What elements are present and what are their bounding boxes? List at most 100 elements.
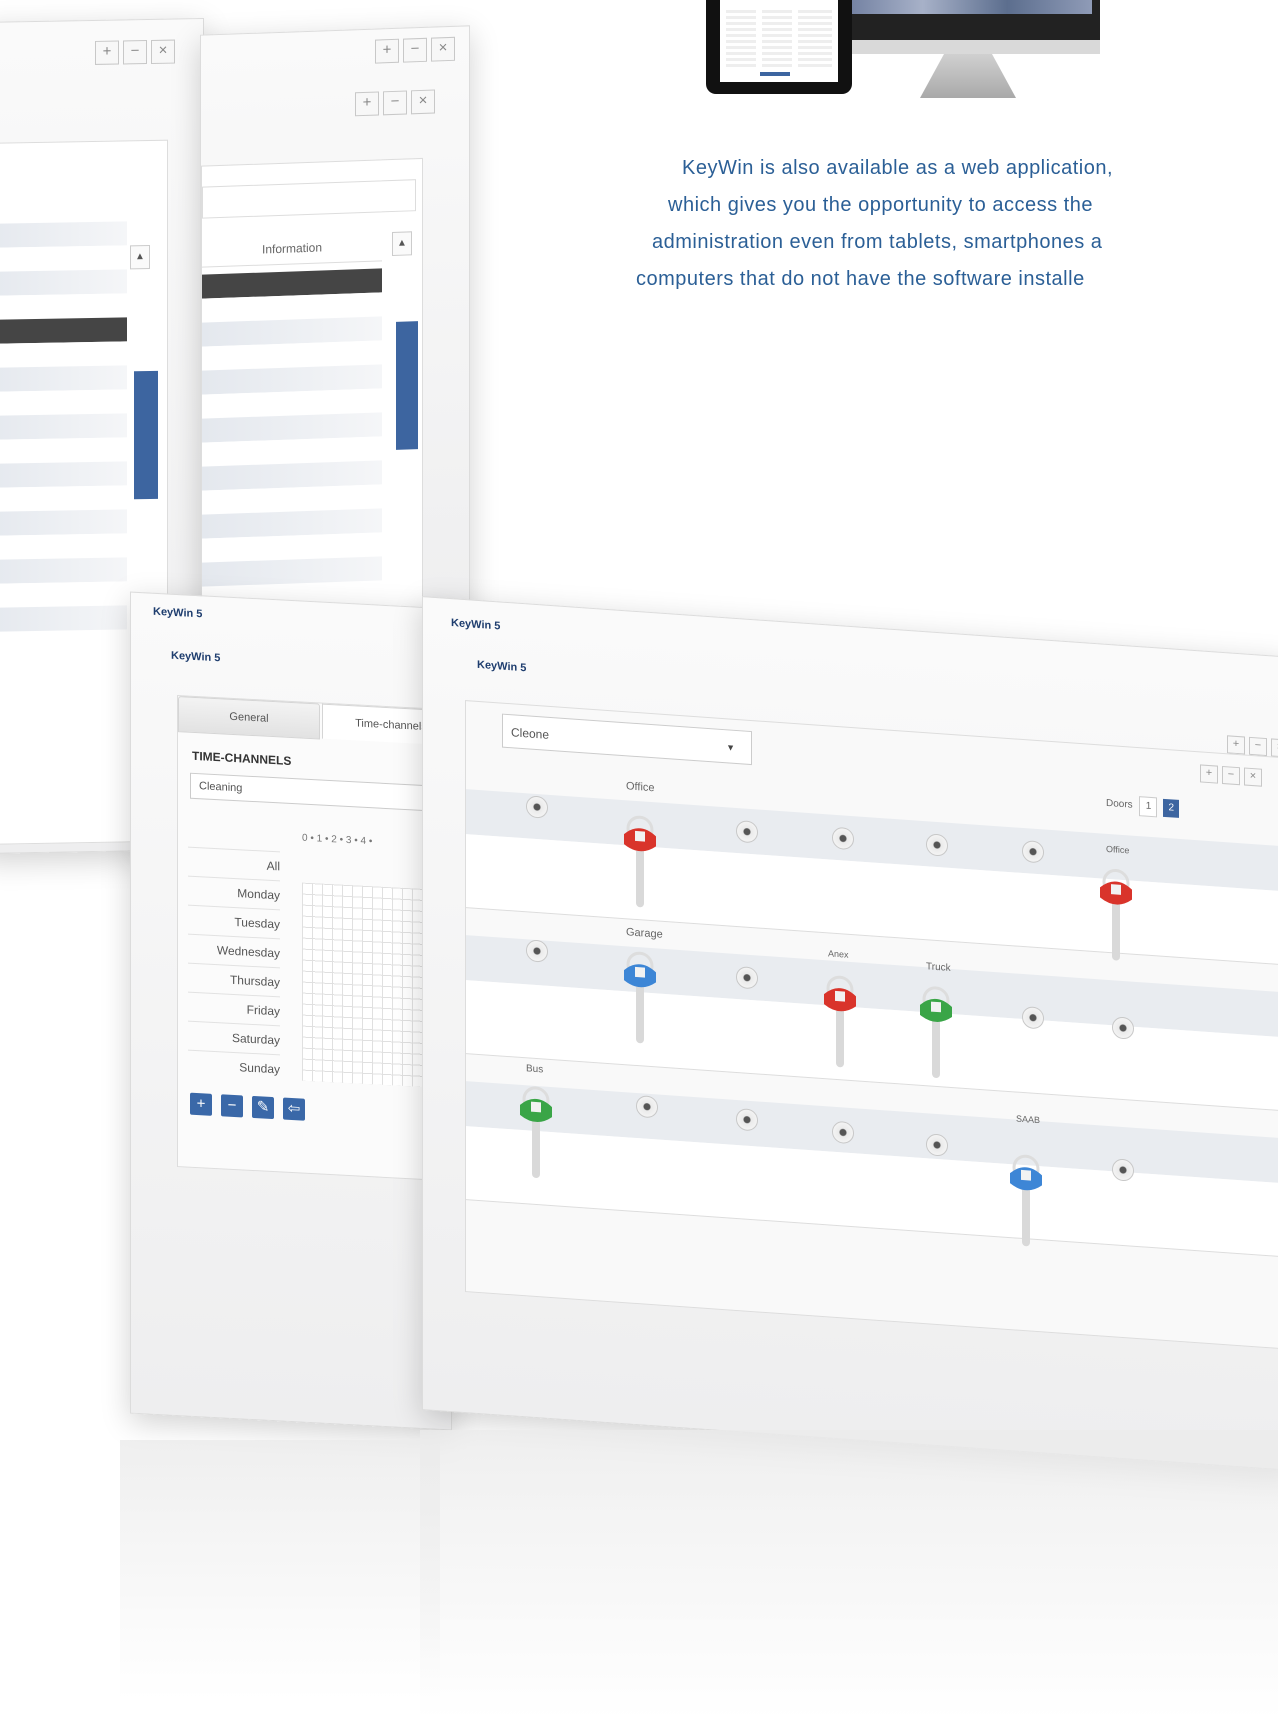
schedule-panel: General Time-channels TIME-CHANNELS Clea…	[177, 695, 470, 1182]
back-window-right: + − × + − × Information ▲	[200, 25, 470, 657]
scrollbar-thumb[interactable]	[134, 370, 158, 500]
empty-slot[interactable]	[926, 1133, 948, 1157]
monitor-stand	[920, 54, 1016, 98]
remove-button[interactable]: −	[221, 1094, 243, 1118]
maximize-button[interactable]: +	[1227, 735, 1245, 755]
day-row-sunday[interactable]: Sunday	[188, 1049, 280, 1084]
list-row[interactable]	[0, 293, 127, 320]
dropdown-value: Cleone	[511, 725, 550, 742]
maximize-button[interactable]: +	[375, 38, 399, 64]
tablet	[706, 0, 852, 94]
list-row[interactable]	[0, 389, 127, 416]
list-panel: Information ▲	[201, 157, 423, 648]
empty-slot[interactable]	[832, 826, 854, 851]
green-key-icon[interactable]	[916, 983, 956, 1086]
list-row-selected[interactable]	[0, 317, 127, 344]
window-controls: + − ×	[371, 36, 455, 64]
device-illustration	[700, 0, 1120, 100]
empty-slot[interactable]	[926, 833, 948, 857]
empty-slot[interactable]	[1112, 1016, 1134, 1040]
window-reflection	[120, 1440, 440, 1700]
minimize-button[interactable]: −	[1249, 736, 1267, 757]
minimize-button[interactable]: −	[123, 40, 147, 65]
empty-slot[interactable]	[1022, 839, 1044, 864]
marketing-line-2: which gives you the opportunity to acces…	[668, 194, 1093, 216]
minimize-button[interactable]: −	[403, 37, 427, 63]
tab-general[interactable]: General	[178, 696, 320, 740]
back-icon[interactable]: ⇦	[283, 1097, 305, 1121]
app-title: KeyWin 5	[451, 617, 501, 633]
red-key-icon[interactable]	[820, 972, 860, 1075]
list-rows	[0, 221, 127, 884]
window-reflection	[420, 1430, 1278, 1720]
close-button[interactable]: ×	[151, 39, 175, 64]
edit-icon[interactable]: ✎	[252, 1095, 274, 1120]
empty-slot[interactable]	[736, 1107, 758, 1132]
empty-slot[interactable]	[736, 819, 758, 844]
list-row[interactable]	[0, 221, 127, 248]
schedule-toolbar: + − ✎ ⇦	[190, 1092, 314, 1121]
chevron-down-icon: ▼	[726, 742, 735, 753]
marketing-line-4: computers that do not have the software …	[636, 268, 1085, 290]
list-row[interactable]	[0, 605, 127, 632]
keys-panel: + − × Cleone ▼ Doors 1 2 Office Office G…	[465, 700, 1278, 1351]
marketing-line-3: administration even from tablets, smartp…	[652, 231, 1103, 253]
window-controls: + − ×	[91, 39, 175, 65]
empty-slot[interactable]	[832, 1120, 854, 1145]
close-button[interactable]: ×	[411, 89, 435, 115]
list-row[interactable]	[0, 245, 127, 272]
list-row[interactable]	[0, 269, 127, 296]
scroll-up-arrow[interactable]: ▲	[130, 244, 150, 270]
slot-label: Office	[626, 780, 655, 795]
monitor-screen	[830, 0, 1100, 54]
maximize-button[interactable]: +	[1200, 764, 1218, 784]
slot-label: Anex	[828, 948, 849, 960]
empty-slot[interactable]	[526, 795, 548, 819]
app-subtitle: KeyWin 5	[171, 649, 221, 665]
slot-label: SAAB	[1016, 1113, 1041, 1126]
column-header-information[interactable]: Information	[202, 230, 382, 268]
empty-slot[interactable]	[1112, 1158, 1134, 1182]
inner-window-controls: + − ×	[351, 89, 435, 117]
list-row[interactable]	[0, 557, 127, 584]
close-button[interactable]: ×	[1244, 767, 1262, 787]
empty-slot[interactable]	[636, 1094, 658, 1119]
list-row[interactable]	[0, 509, 127, 536]
slot-label: Truck	[926, 961, 951, 974]
maximize-button[interactable]: +	[95, 40, 119, 65]
marketing-line-1: KeyWin is also available as a web applic…	[682, 157, 1113, 179]
panel-window-controls: + − ×	[1196, 762, 1262, 787]
scrollbar-thumb[interactable]	[396, 321, 418, 450]
list-row[interactable]	[0, 413, 127, 440]
minimize-button[interactable]: −	[383, 90, 407, 116]
schedule-window: KeyWin 5 KeyWin 5 General Time-channels …	[130, 591, 470, 1431]
slot-label: Bus	[526, 1063, 544, 1076]
hour-header: 0 • 1 • 2 • 3 • 4 •	[302, 832, 373, 848]
green-key-icon[interactable]	[516, 1083, 556, 1186]
list-row[interactable]	[0, 581, 127, 608]
blue-key-icon[interactable]	[1006, 1151, 1046, 1254]
list-row[interactable]	[0, 485, 127, 512]
red-key-icon[interactable]	[620, 812, 660, 915]
list-row[interactable]	[0, 533, 127, 560]
section-title: TIME-CHANNELS	[192, 748, 292, 769]
list-row[interactable]	[0, 341, 127, 368]
empty-slot[interactable]	[526, 939, 548, 963]
blue-key-icon[interactable]	[620, 948, 660, 1051]
close-button[interactable]: ×	[1271, 738, 1278, 758]
empty-slot[interactable]	[1022, 1005, 1044, 1030]
list-row[interactable]	[202, 556, 382, 587]
scroll-up-arrow[interactable]: ▲	[392, 231, 412, 257]
person-dropdown[interactable]: Cleone ▼	[502, 713, 752, 766]
maximize-button[interactable]: +	[355, 91, 379, 117]
day-list: All Monday Tuesday Wednesday Thursday Fr…	[188, 846, 300, 1085]
app-title: KeyWin 5	[153, 605, 203, 621]
list-row[interactable]	[0, 437, 127, 464]
filter-field[interactable]	[202, 179, 416, 219]
empty-slot[interactable]	[736, 965, 758, 990]
list-row[interactable]	[0, 365, 127, 392]
add-button[interactable]: +	[190, 1092, 212, 1116]
minimize-button[interactable]: −	[1222, 765, 1240, 786]
close-button[interactable]: ×	[431, 36, 455, 62]
list-row[interactable]	[0, 461, 127, 488]
